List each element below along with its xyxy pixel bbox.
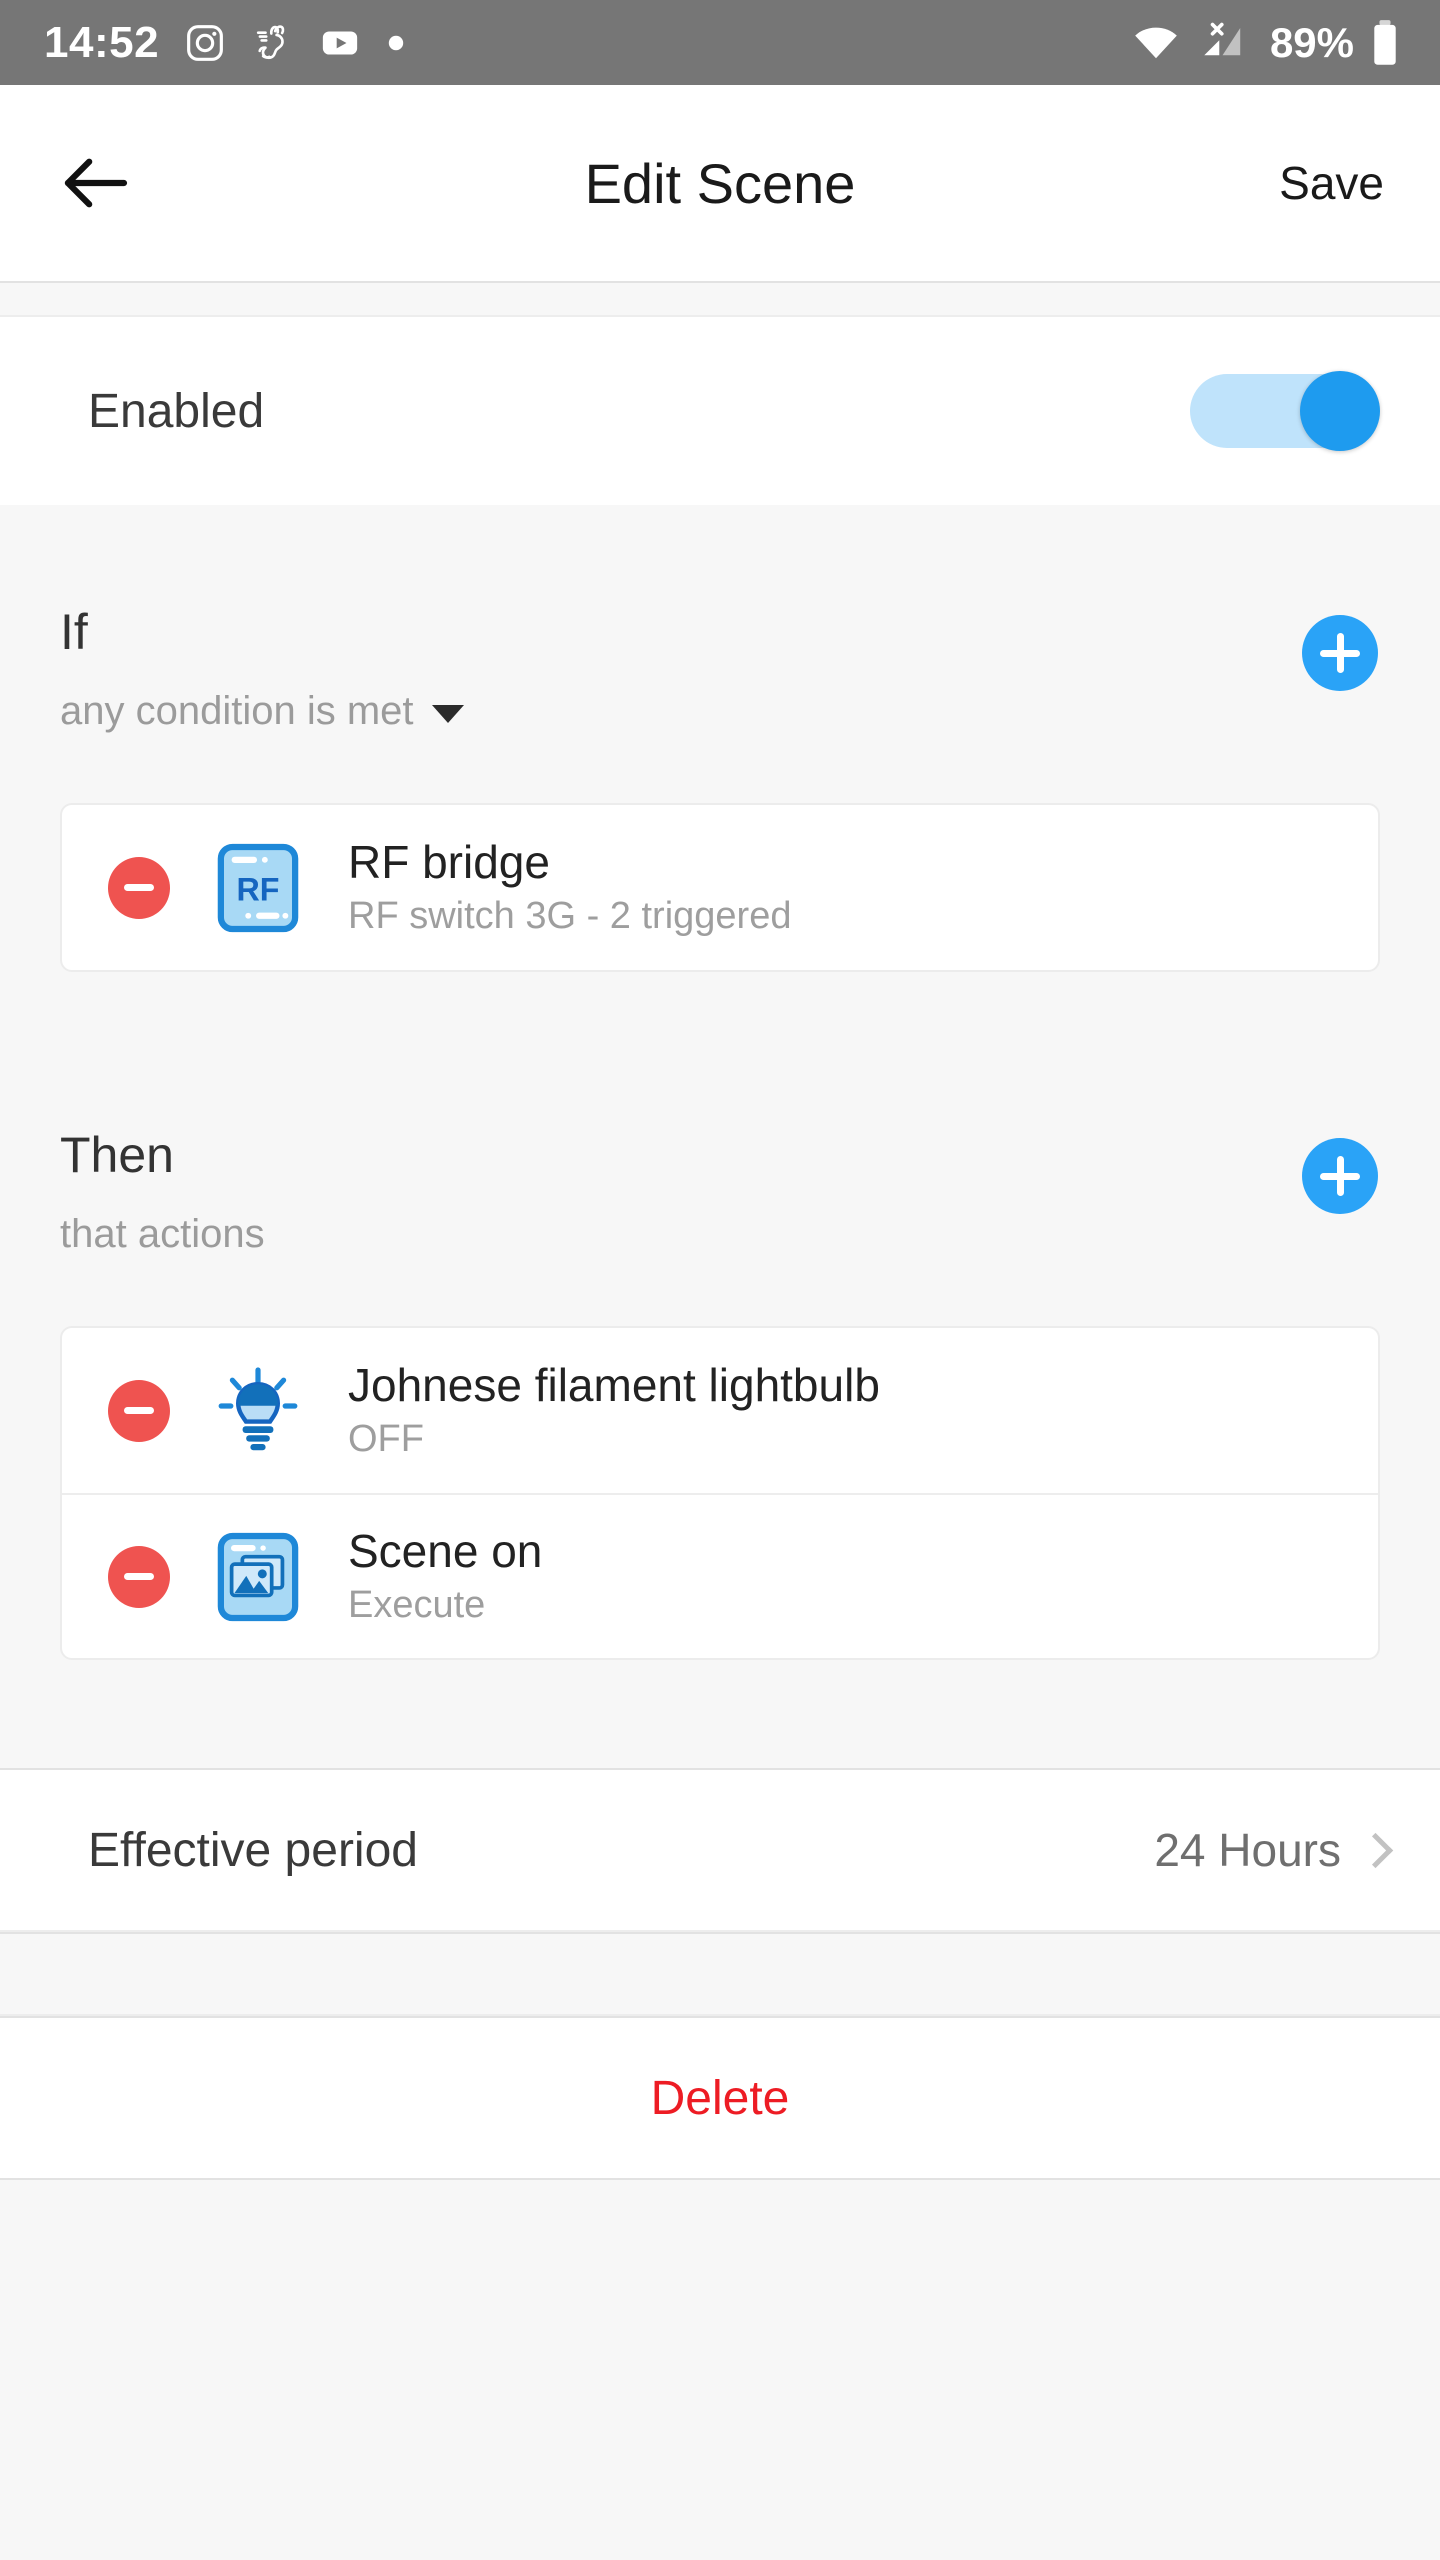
- toggle-knob: [1300, 371, 1380, 451]
- effective-period-value: 24 Hours: [1154, 1824, 1341, 1876]
- enabled-toggle[interactable]: [1190, 371, 1380, 451]
- if-condition-mode[interactable]: any condition is met: [60, 691, 464, 731]
- battery-percent-label: 89%: [1269, 18, 1354, 66]
- battery-icon: [1370, 19, 1400, 67]
- chevron-down-icon: [431, 705, 464, 723]
- status-bar-right: 89%: [1132, 19, 1400, 67]
- content-bottom-spacer: [0, 1660, 1440, 1768]
- if-section-header: If any condition is met: [0, 505, 1440, 731]
- status-clock: 14:52: [44, 17, 160, 67]
- rf-bridge-icon: RF: [210, 840, 306, 936]
- status-bar-left: 14:52: [44, 17, 1132, 67]
- remove-action-button[interactable]: [108, 1545, 170, 1608]
- save-button[interactable]: Save: [1275, 146, 1388, 220]
- add-condition-button[interactable]: [1302, 615, 1378, 691]
- app-bar: Edit Scene Save: [0, 85, 1440, 281]
- chevron-right-icon: [1357, 1832, 1394, 1868]
- table-row[interactable]: Scene on Execute: [62, 1493, 1378, 1658]
- action-texts: Johnese filament lightbulb OFF: [348, 1361, 880, 1459]
- enabled-row[interactable]: Enabled: [0, 317, 1440, 505]
- delete-button[interactable]: Delete: [0, 2016, 1440, 2180]
- action-name: Scene on: [348, 1525, 543, 1578]
- youtube-icon: [319, 22, 361, 64]
- lightbulb-icon: [210, 1363, 306, 1459]
- back-button[interactable]: [60, 135, 156, 231]
- effective-period-label: Effective period: [88, 1823, 418, 1877]
- then-section-title: Then: [60, 1127, 174, 1183]
- scene-content: If any condition is met RF RF bridge RF …: [0, 505, 1440, 1768]
- divider-band-delete: [0, 1932, 1440, 2016]
- if-section-title: If: [60, 604, 88, 660]
- dot-icon: [387, 34, 405, 52]
- action-texts: Scene on Execute: [348, 1527, 542, 1625]
- then-section-subtitle-wrap: that actions: [60, 1214, 265, 1254]
- instagram-icon: [185, 23, 225, 63]
- divider-band-top: [0, 281, 1440, 317]
- minus-icon: [124, 1573, 154, 1580]
- conditions-card: RF RF bridge RF switch 3G - 2 triggered: [60, 803, 1380, 972]
- then-section-texts: Then that actions: [60, 1130, 265, 1254]
- rabbit-app-icon: [251, 22, 293, 64]
- plus-icon-v: [1336, 1156, 1344, 1196]
- condition-texts: RF bridge RF switch 3G - 2 triggered: [348, 838, 791, 936]
- table-row[interactable]: RF RF bridge RF switch 3G - 2 triggered: [62, 805, 1378, 970]
- back-arrow-icon: [64, 158, 128, 208]
- action-name: Johnese filament lightbulb: [348, 1359, 880, 1412]
- action-state: Execute: [348, 1583, 486, 1626]
- plus-icon-v: [1336, 633, 1344, 673]
- if-section-texts: If any condition is met: [60, 607, 464, 731]
- condition-name: RF bridge: [348, 836, 550, 889]
- wifi-icon: [1132, 23, 1180, 63]
- effective-period-row[interactable]: Effective period 24 Hours: [0, 1768, 1440, 1932]
- scene-picture-icon: [210, 1529, 306, 1625]
- add-condition-wrap: [1302, 615, 1378, 691]
- cellular-no-sim-icon: [1196, 21, 1246, 65]
- effective-period-value-wrap: 24 Hours: [1154, 1823, 1394, 1877]
- add-action-wrap: [1302, 1138, 1378, 1214]
- condition-state: RF switch 3G - 2 triggered: [348, 894, 792, 937]
- remove-condition-button[interactable]: [108, 856, 170, 919]
- add-action-button[interactable]: [1302, 1138, 1378, 1214]
- minus-icon: [124, 1407, 154, 1414]
- action-state: OFF: [348, 1417, 424, 1460]
- delete-label: Delete: [650, 2071, 790, 2125]
- then-section-subtitle: that actions: [60, 1212, 265, 1256]
- table-row[interactable]: Johnese filament lightbulb OFF: [62, 1328, 1378, 1493]
- then-section-header: Then that actions: [0, 972, 1440, 1254]
- actions-card: Johnese filament lightbulb OFF Scene on …: [60, 1326, 1380, 1660]
- page-title: Edit Scene: [584, 151, 856, 215]
- minus-icon: [124, 884, 154, 891]
- if-condition-mode-label: any condition is met: [60, 689, 414, 733]
- enabled-label: Enabled: [88, 384, 265, 438]
- remove-action-button[interactable]: [108, 1379, 170, 1442]
- status-bar: 14:52 89%: [0, 0, 1440, 85]
- svg-text:RF: RF: [237, 871, 280, 907]
